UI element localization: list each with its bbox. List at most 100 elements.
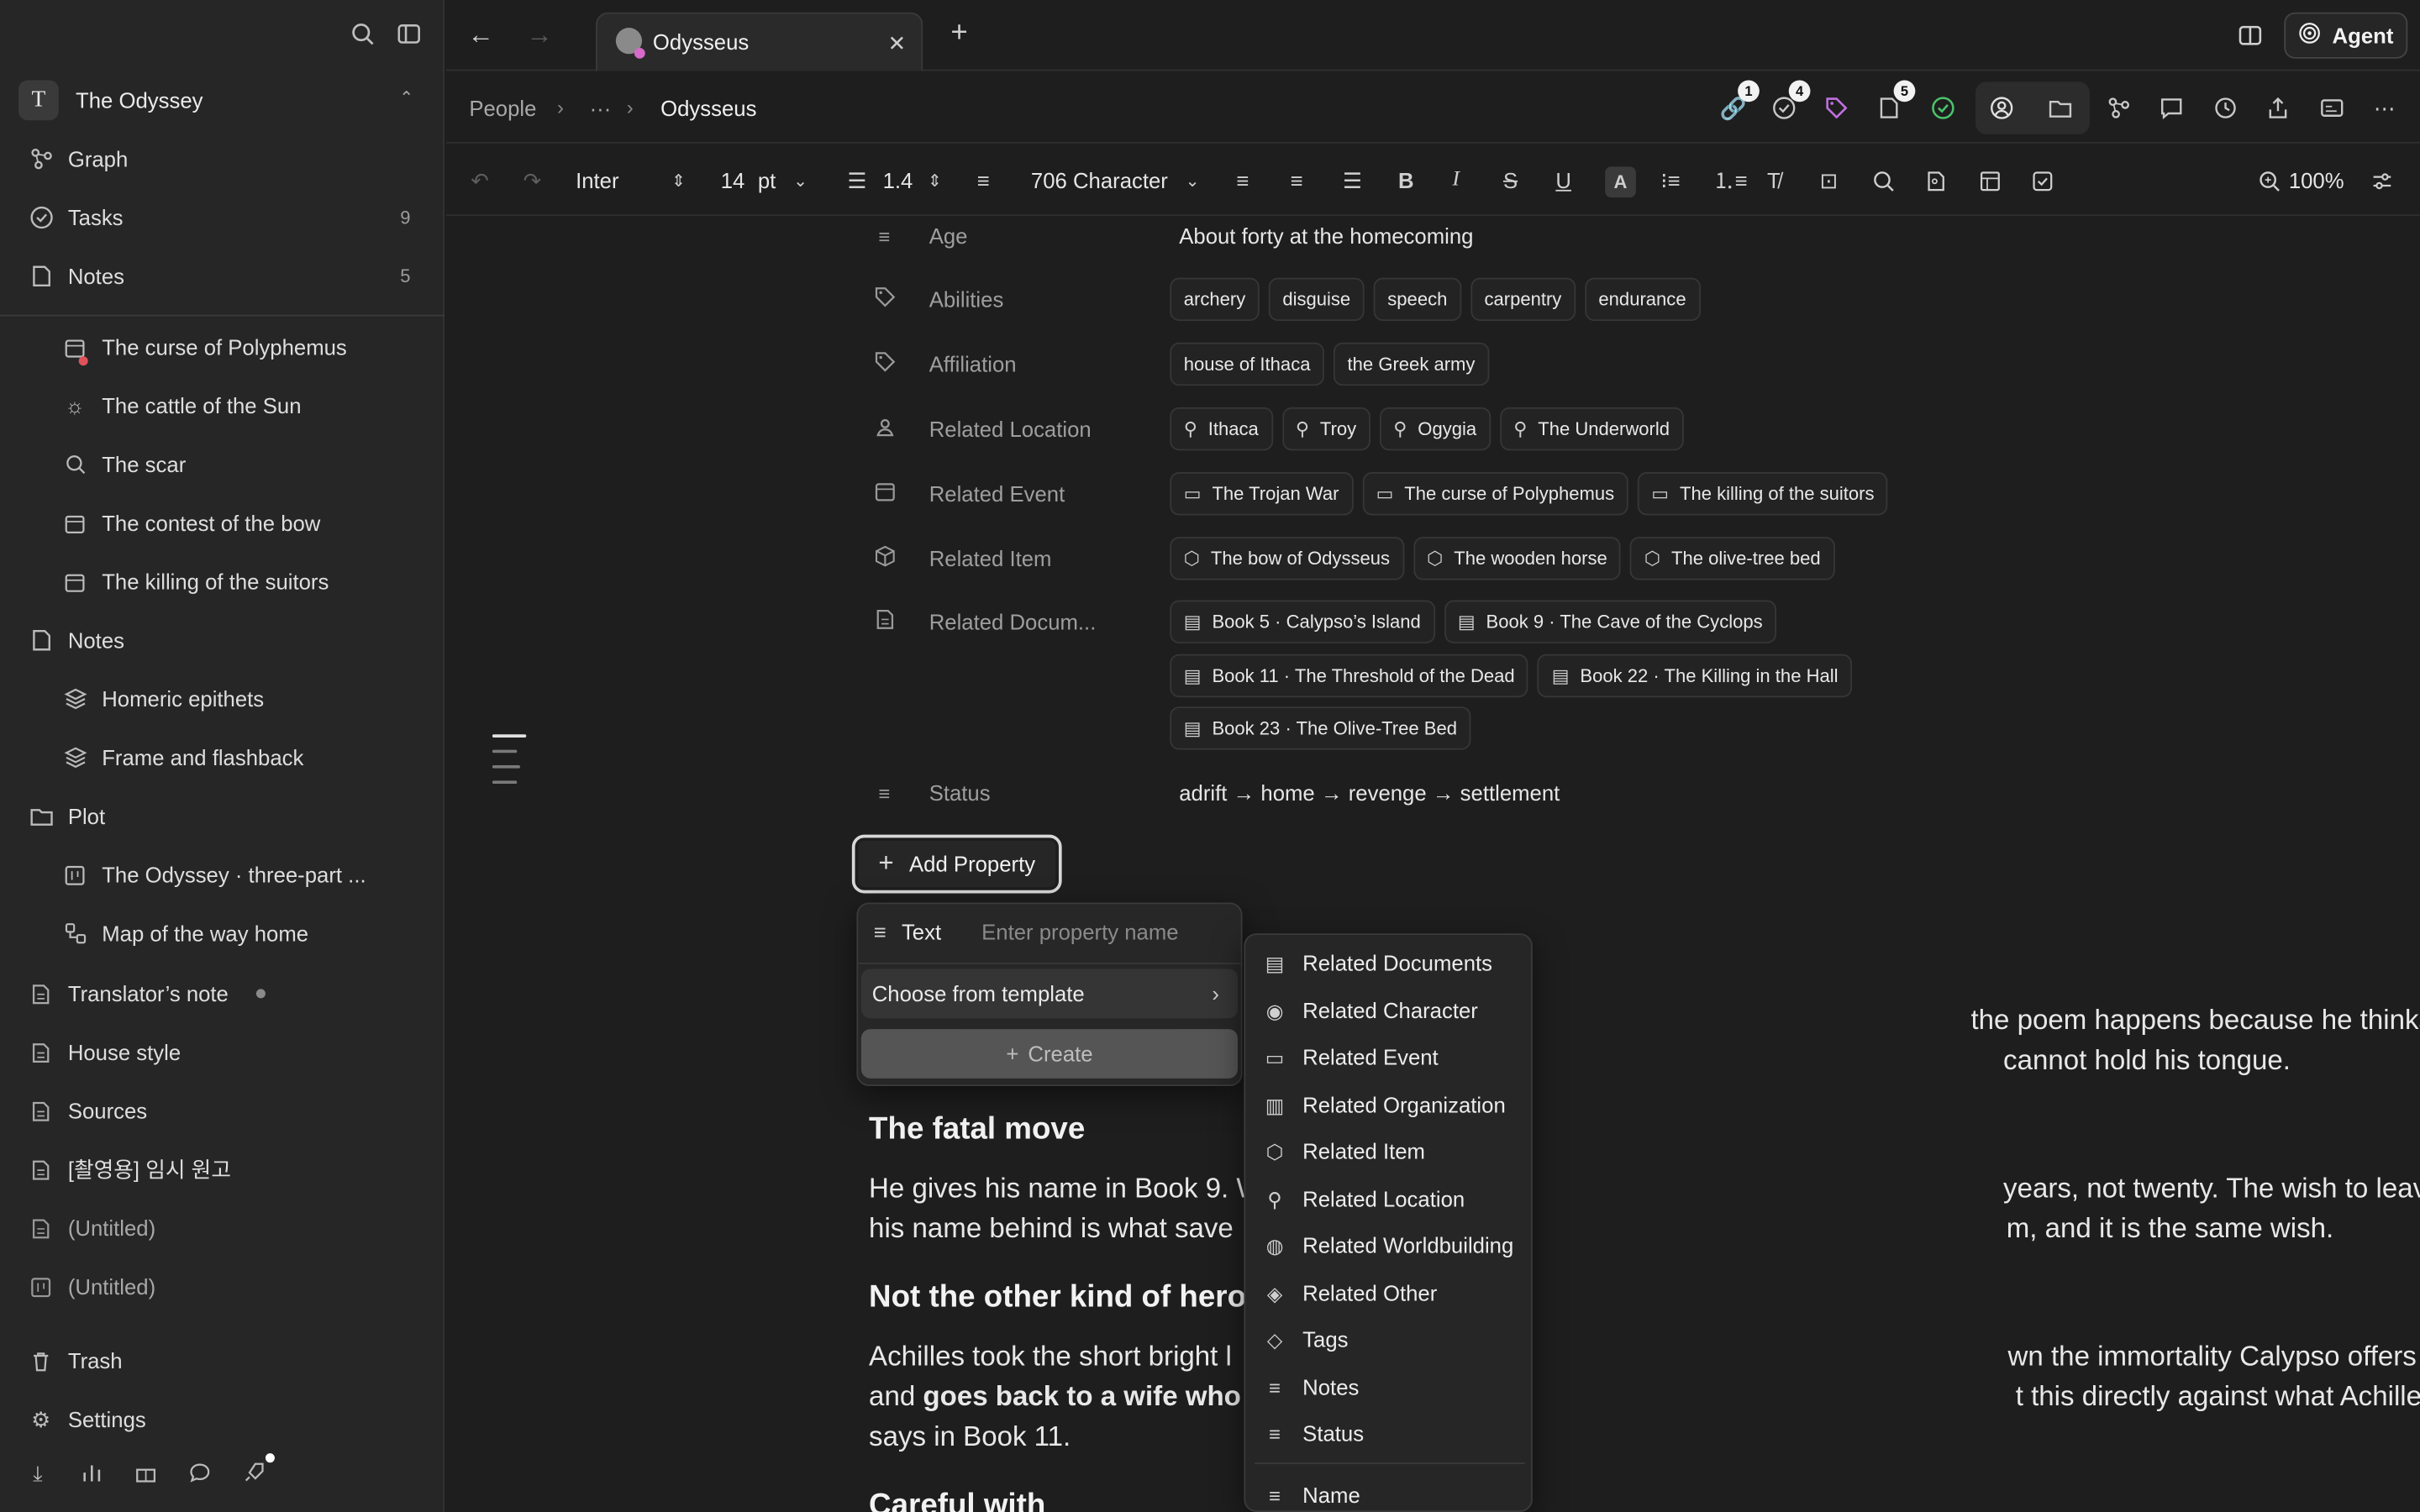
search-icon[interactable] <box>350 22 375 46</box>
comment-icon[interactable] <box>2156 92 2187 123</box>
menu-item-related-documents[interactable]: ▤ Related Documents <box>1245 940 1531 986</box>
property-name-input[interactable]: Enter property name <box>981 920 1178 944</box>
table-icon[interactable] <box>1979 166 2002 194</box>
add-property-button[interactable]: + Add Property <box>851 834 1062 894</box>
location-chip[interactable]: ⚲ The Underworld <box>1499 407 1684 451</box>
chip[interactable]: carpentry <box>1470 277 1576 322</box>
breadcrumb-ellipsis[interactable]: ··· <box>590 96 612 120</box>
share-icon[interactable] <box>2263 92 2294 123</box>
chat-icon[interactable] <box>187 1460 213 1486</box>
tree-folder-notes[interactable]: Notes <box>0 612 445 668</box>
chevron-updown-icon[interactable]: ⇕ <box>928 166 942 194</box>
numbered-list-icon[interactable]: ⒈≡ <box>1713 166 1748 194</box>
breadcrumb-people[interactable]: People <box>469 96 536 120</box>
tree-item[interactable]: (Untitled) <box>0 1259 445 1315</box>
event-chip[interactable]: ▭ The killing of the suitors <box>1637 472 1889 516</box>
align-left-icon[interactable]: ≡ <box>1236 166 1249 194</box>
footnote-icon[interactable]: ⊡ <box>1819 166 1838 194</box>
folder-icon[interactable] <box>2045 92 2076 123</box>
italic-icon[interactable]: I <box>1452 166 1460 194</box>
location-chip[interactable]: ⚲ Troy <box>1281 407 1370 451</box>
chip[interactable]: speech <box>1373 277 1461 322</box>
tree-item[interactable]: ☼ The cattle of the Sun <box>0 378 445 433</box>
gift-icon[interactable] <box>133 1460 159 1486</box>
workspace-switcher[interactable]: T The Odyssey ⌃ <box>18 80 426 121</box>
status-check-icon[interactable] <box>1928 92 1959 123</box>
menu-item-name[interactable]: ≡ Name <box>1245 1472 1531 1510</box>
zoom-icon[interactable] <box>2258 166 2281 194</box>
menu-item-status[interactable]: ≡ Status <box>1245 1410 1531 1457</box>
split-view-icon[interactable] <box>2238 24 2262 48</box>
chip[interactable]: disguise <box>1268 277 1365 322</box>
tree-item[interactable]: The Odyssey · three-part ... <box>0 847 445 902</box>
chip[interactable]: archery <box>1170 277 1260 322</box>
back-arrow-icon[interactable]: ← <box>468 22 494 48</box>
redo-icon[interactable]: ↷ <box>523 166 542 194</box>
tree-item[interactable]: Homeric epithets <box>0 671 445 727</box>
zoom-level[interactable]: 100% <box>2289 166 2344 194</box>
id-card-icon[interactable] <box>2317 92 2348 123</box>
tree-item[interactable]: Map of the way home <box>0 906 445 961</box>
menu-item-related-event[interactable]: ▭ Related Event <box>1245 1034 1531 1080</box>
new-tab-icon[interactable]: + <box>950 18 967 48</box>
clear-format-icon[interactable]: T̸ <box>1767 166 1781 194</box>
chip[interactable]: the Greek army <box>1334 342 1489 386</box>
menu-item-related-character[interactable]: ◉ Related Character <box>1245 987 1531 1033</box>
find-icon[interactable] <box>1872 166 1896 194</box>
tag-icon[interactable] <box>1821 92 1852 123</box>
property-value[interactable]: adrift → home → revenge → settlement <box>1179 780 1560 805</box>
event-chip[interactable]: ▭ The Trojan War <box>1170 472 1354 516</box>
tree-item[interactable]: [촬영용] 임시 원고 <box>0 1142 445 1197</box>
item-chip[interactable]: ⬡ The bow of Odysseus <box>1170 537 1404 580</box>
item-chip[interactable]: ⬡ The olive-tree bed <box>1630 537 1835 580</box>
outline-indicator[interactable] <box>492 734 527 795</box>
document-chip[interactable]: ▤ Book 11 · The Threshold of the Dead <box>1170 654 1529 698</box>
property-type-select[interactable]: ≡ Text <box>874 920 942 944</box>
choose-from-template-item[interactable]: Choose from template › <box>860 969 1239 1019</box>
font-size-value[interactable]: 14 <box>721 166 745 194</box>
notes-icon[interactable]: 5 <box>1874 80 1916 123</box>
menu-item-related-item[interactable]: ⬡ Related Item <box>1245 1128 1531 1174</box>
location-chip[interactable]: ⚲ Ithaca <box>1170 407 1273 451</box>
menu-item-notes[interactable]: ≡ Notes <box>1245 1364 1531 1410</box>
justify-icon[interactable]: ☰ <box>1343 166 1362 194</box>
font-select[interactable]: Inter <box>576 166 618 194</box>
sidebar-item-tasks[interactable]: Tasks 9 <box>0 190 445 245</box>
history-icon[interactable] <box>2210 92 2241 123</box>
tree-item[interactable]: The scar <box>0 437 445 492</box>
sidebar-item-graph[interactable]: Graph <box>0 131 445 186</box>
location-chip[interactable]: ⚲ Ogygia <box>1379 407 1491 451</box>
event-chip[interactable]: ▭ The curse of Polyphemus <box>1362 472 1628 516</box>
align-right-icon[interactable]: ≡ <box>1290 166 1302 194</box>
settings-sliders-icon[interactable] <box>2370 166 2394 194</box>
menu-item-tags[interactable]: ◇ Tags <box>1245 1316 1531 1362</box>
forward-arrow-icon[interactable]: → <box>526 22 552 48</box>
document-chip[interactable]: ▤ Book 23 · The Olive-Tree Bed <box>1170 706 1471 750</box>
menu-item-related-organization[interactable]: ▥ Related Organization <box>1245 1082 1531 1128</box>
rocket-icon[interactable] <box>241 1453 275 1486</box>
line-height-value[interactable]: 1.4 <box>883 166 913 194</box>
download-icon[interactable]: ⤓ <box>24 1460 50 1486</box>
tree-item[interactable]: House style <box>0 1025 445 1080</box>
character-count[interactable]: 706 Character <box>1031 166 1168 194</box>
menu-item-related-location[interactable]: ⚲ Related Location <box>1245 1176 1531 1222</box>
tab-odysseus[interactable]: Odysseus ✕ <box>595 12 923 71</box>
document-chip[interactable]: ▤ Book 5 · Calypso’s Island <box>1170 600 1435 643</box>
stats-icon[interactable] <box>79 1460 105 1486</box>
bold-icon[interactable]: B <box>1398 166 1414 194</box>
property-value[interactable]: About forty at the homecoming <box>1179 223 1473 248</box>
checkbox-icon[interactable] <box>2031 166 2054 194</box>
person-icon[interactable] <box>1986 92 2018 123</box>
chevron-down-icon[interactable]: ⌄ <box>793 166 808 194</box>
task-check-icon[interactable]: 4 <box>1769 80 1811 123</box>
chip[interactable]: house of Ithaca <box>1170 342 1325 386</box>
menu-item-related-worldbuilding[interactable]: ◍ Related Worldbuilding <box>1245 1222 1531 1268</box>
chevron-down-icon[interactable]: ⌄ <box>1186 166 1200 194</box>
close-icon[interactable]: ✕ <box>888 31 907 57</box>
text-color-icon[interactable]: A <box>1605 166 1636 198</box>
underline-icon[interactable]: U <box>1555 166 1571 194</box>
sidebar-item-settings[interactable]: ⚙ Settings <box>0 1392 445 1447</box>
strikethrough-icon[interactable]: S <box>1503 166 1518 194</box>
undo-icon[interactable]: ↶ <box>471 166 489 194</box>
tree-item[interactable]: (Untitled) <box>0 1200 445 1256</box>
